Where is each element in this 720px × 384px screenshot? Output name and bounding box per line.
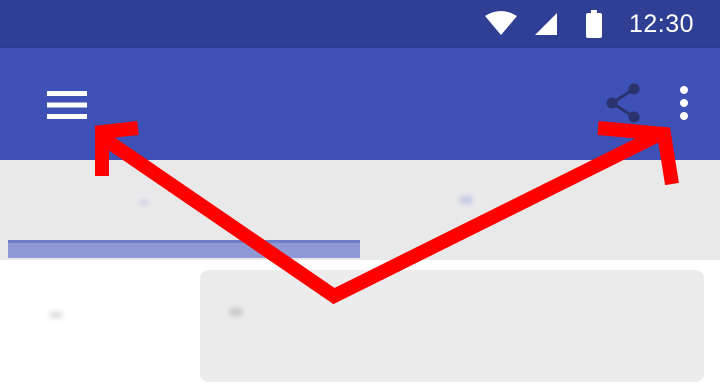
status-bar: 12:30 — [0, 0, 720, 48]
app-bar — [0, 48, 720, 160]
field-label — [50, 312, 62, 318]
battery-icon — [585, 10, 603, 38]
hamburger-menu-icon — [47, 90, 87, 120]
tab-selected-indicator — [8, 240, 360, 258]
more-vert-icon — [679, 85, 689, 121]
share-button[interactable] — [598, 78, 648, 128]
status-time: 12:30 — [628, 9, 694, 38]
tab-second[interactable] — [460, 196, 472, 204]
tab-first[interactable] — [140, 200, 148, 204]
cellular-signal-icon — [533, 11, 559, 37]
input-value — [230, 308, 242, 316]
wifi-icon — [484, 11, 517, 37]
status-icons: 12:30 — [484, 0, 694, 48]
input-field[interactable] — [200, 270, 704, 382]
more-options-button[interactable] — [666, 78, 702, 128]
menu-button[interactable] — [40, 82, 94, 128]
share-icon — [605, 83, 641, 123]
